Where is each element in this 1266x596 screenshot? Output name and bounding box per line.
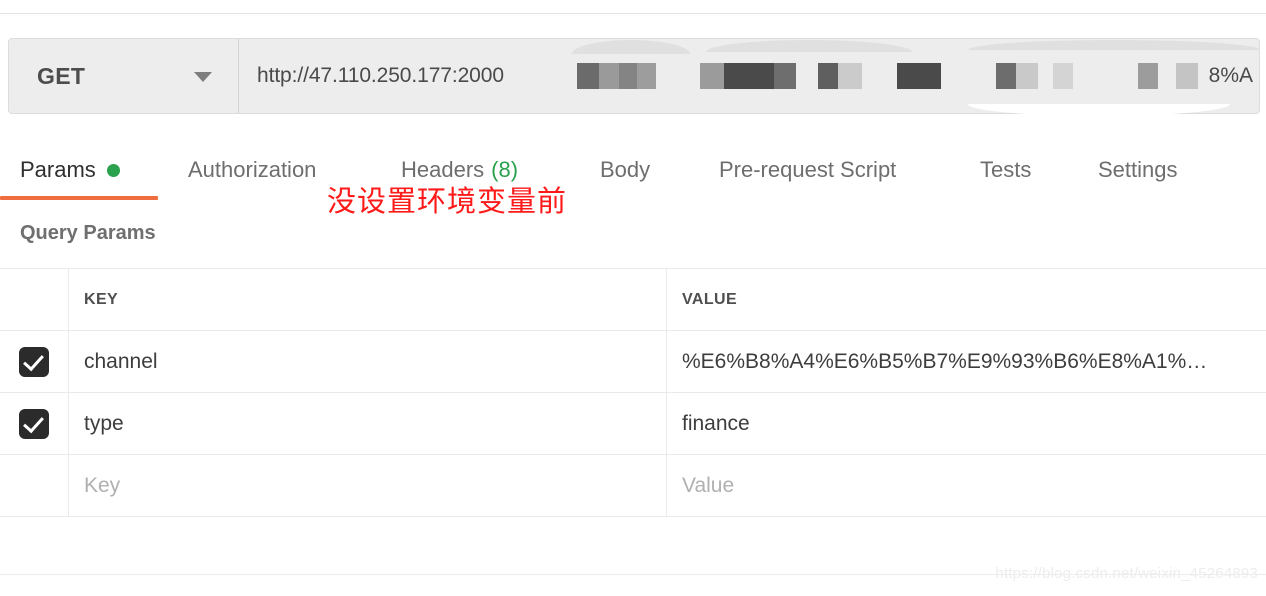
tab-settings-label: Settings [1098,157,1178,182]
header-value-cell: VALUE [667,269,1266,330]
row-value-text: finance [682,411,750,435]
tab-authorization[interactable]: Authorization [188,148,316,192]
tab-settings[interactable]: Settings [1098,148,1178,192]
row-enabled-checkbox[interactable] [19,408,49,439]
tab-pre-request-script-label: Pre-request Script [719,157,897,182]
header-checkbox-cell [0,269,69,330]
http-method-selector[interactable]: GET [9,39,239,113]
new-key-placeholder: Key [84,473,121,497]
request-tab-strip: Params Authorization Headers (8) Body Pr… [0,148,1266,204]
row-checkbox-cell[interactable] [0,393,69,454]
tab-params[interactable]: Params [20,148,120,192]
url-redaction-block-8 [1176,63,1198,89]
row-value-cell[interactable]: %E6%B8%A4%E6%B5%B7%E9%93%B6%E8%A1%… [667,331,1266,392]
url-redaction-block-2 [700,63,796,89]
chevron-down-icon[interactable] [194,72,212,82]
request-url-tail-text: 8%A [1208,64,1253,87]
query-params-table: KEY VALUE channel %E6%B8%A4%E6%B5%B7%E9%… [0,268,1266,517]
tab-tests-label: Tests [980,157,1032,182]
row-key-text: channel [84,349,158,373]
postman-request-panel: GET http://47.110.250.177:2000 8%A Param… [0,0,1266,596]
column-header-key: KEY [84,290,119,308]
new-value-placeholder: Value [682,473,735,497]
tab-pre-request-script[interactable]: Pre-request Script [719,148,896,192]
tab-body-label: Body [600,157,651,182]
annotation-text: 没设置环境变量前 [327,184,568,218]
row-checkbox-cell[interactable] [0,331,69,392]
tab-authorization-label: Authorization [188,157,317,182]
table-row-empty[interactable]: Key Value [0,455,1266,517]
query-params-title: Query Params [20,222,156,244]
row-value-text: %E6%B8%A4%E6%B5%B7%E9%93%B6%E8%A1%… [682,349,1208,373]
header-key-cell: KEY [69,269,667,330]
url-redaction-block-3 [818,63,862,89]
url-redaction-block-7 [1138,63,1158,89]
watermark-text: https://blog.csdn.net/weixin_45264893 [995,565,1258,582]
url-redaction-block-5 [996,63,1038,89]
active-tab-underline [0,196,158,200]
new-value-input[interactable]: Value [667,455,1266,516]
table-row[interactable]: type finance [0,393,1266,455]
row-key-cell[interactable]: type [69,393,667,454]
table-row[interactable]: channel %E6%B8%A4%E6%B5%B7%E9%93%B6%E8%A… [0,331,1266,393]
row-enabled-checkbox[interactable] [19,346,49,377]
request-url-text: http://47.110.250.177:2000 [257,64,504,87]
new-key-input[interactable]: Key [69,455,667,516]
row-checkbox-cell [0,455,69,516]
row-key-cell[interactable]: channel [69,331,667,392]
url-redaction-block-1 [577,63,656,89]
row-key-text: type [84,411,124,435]
row-value-cell[interactable]: finance [667,393,1266,454]
url-redaction-block-6 [1053,63,1073,89]
tab-tests[interactable]: Tests [980,148,1031,192]
tab-body[interactable]: Body [600,148,650,192]
params-status-dot [106,163,120,177]
table-header-row: KEY VALUE [0,269,1266,331]
tab-params-label: Params [20,157,96,182]
column-header-value: VALUE [682,290,738,308]
top-divider [0,13,1266,14]
http-method-label: GET [37,62,86,89]
url-redaction-block-4 [897,63,941,89]
